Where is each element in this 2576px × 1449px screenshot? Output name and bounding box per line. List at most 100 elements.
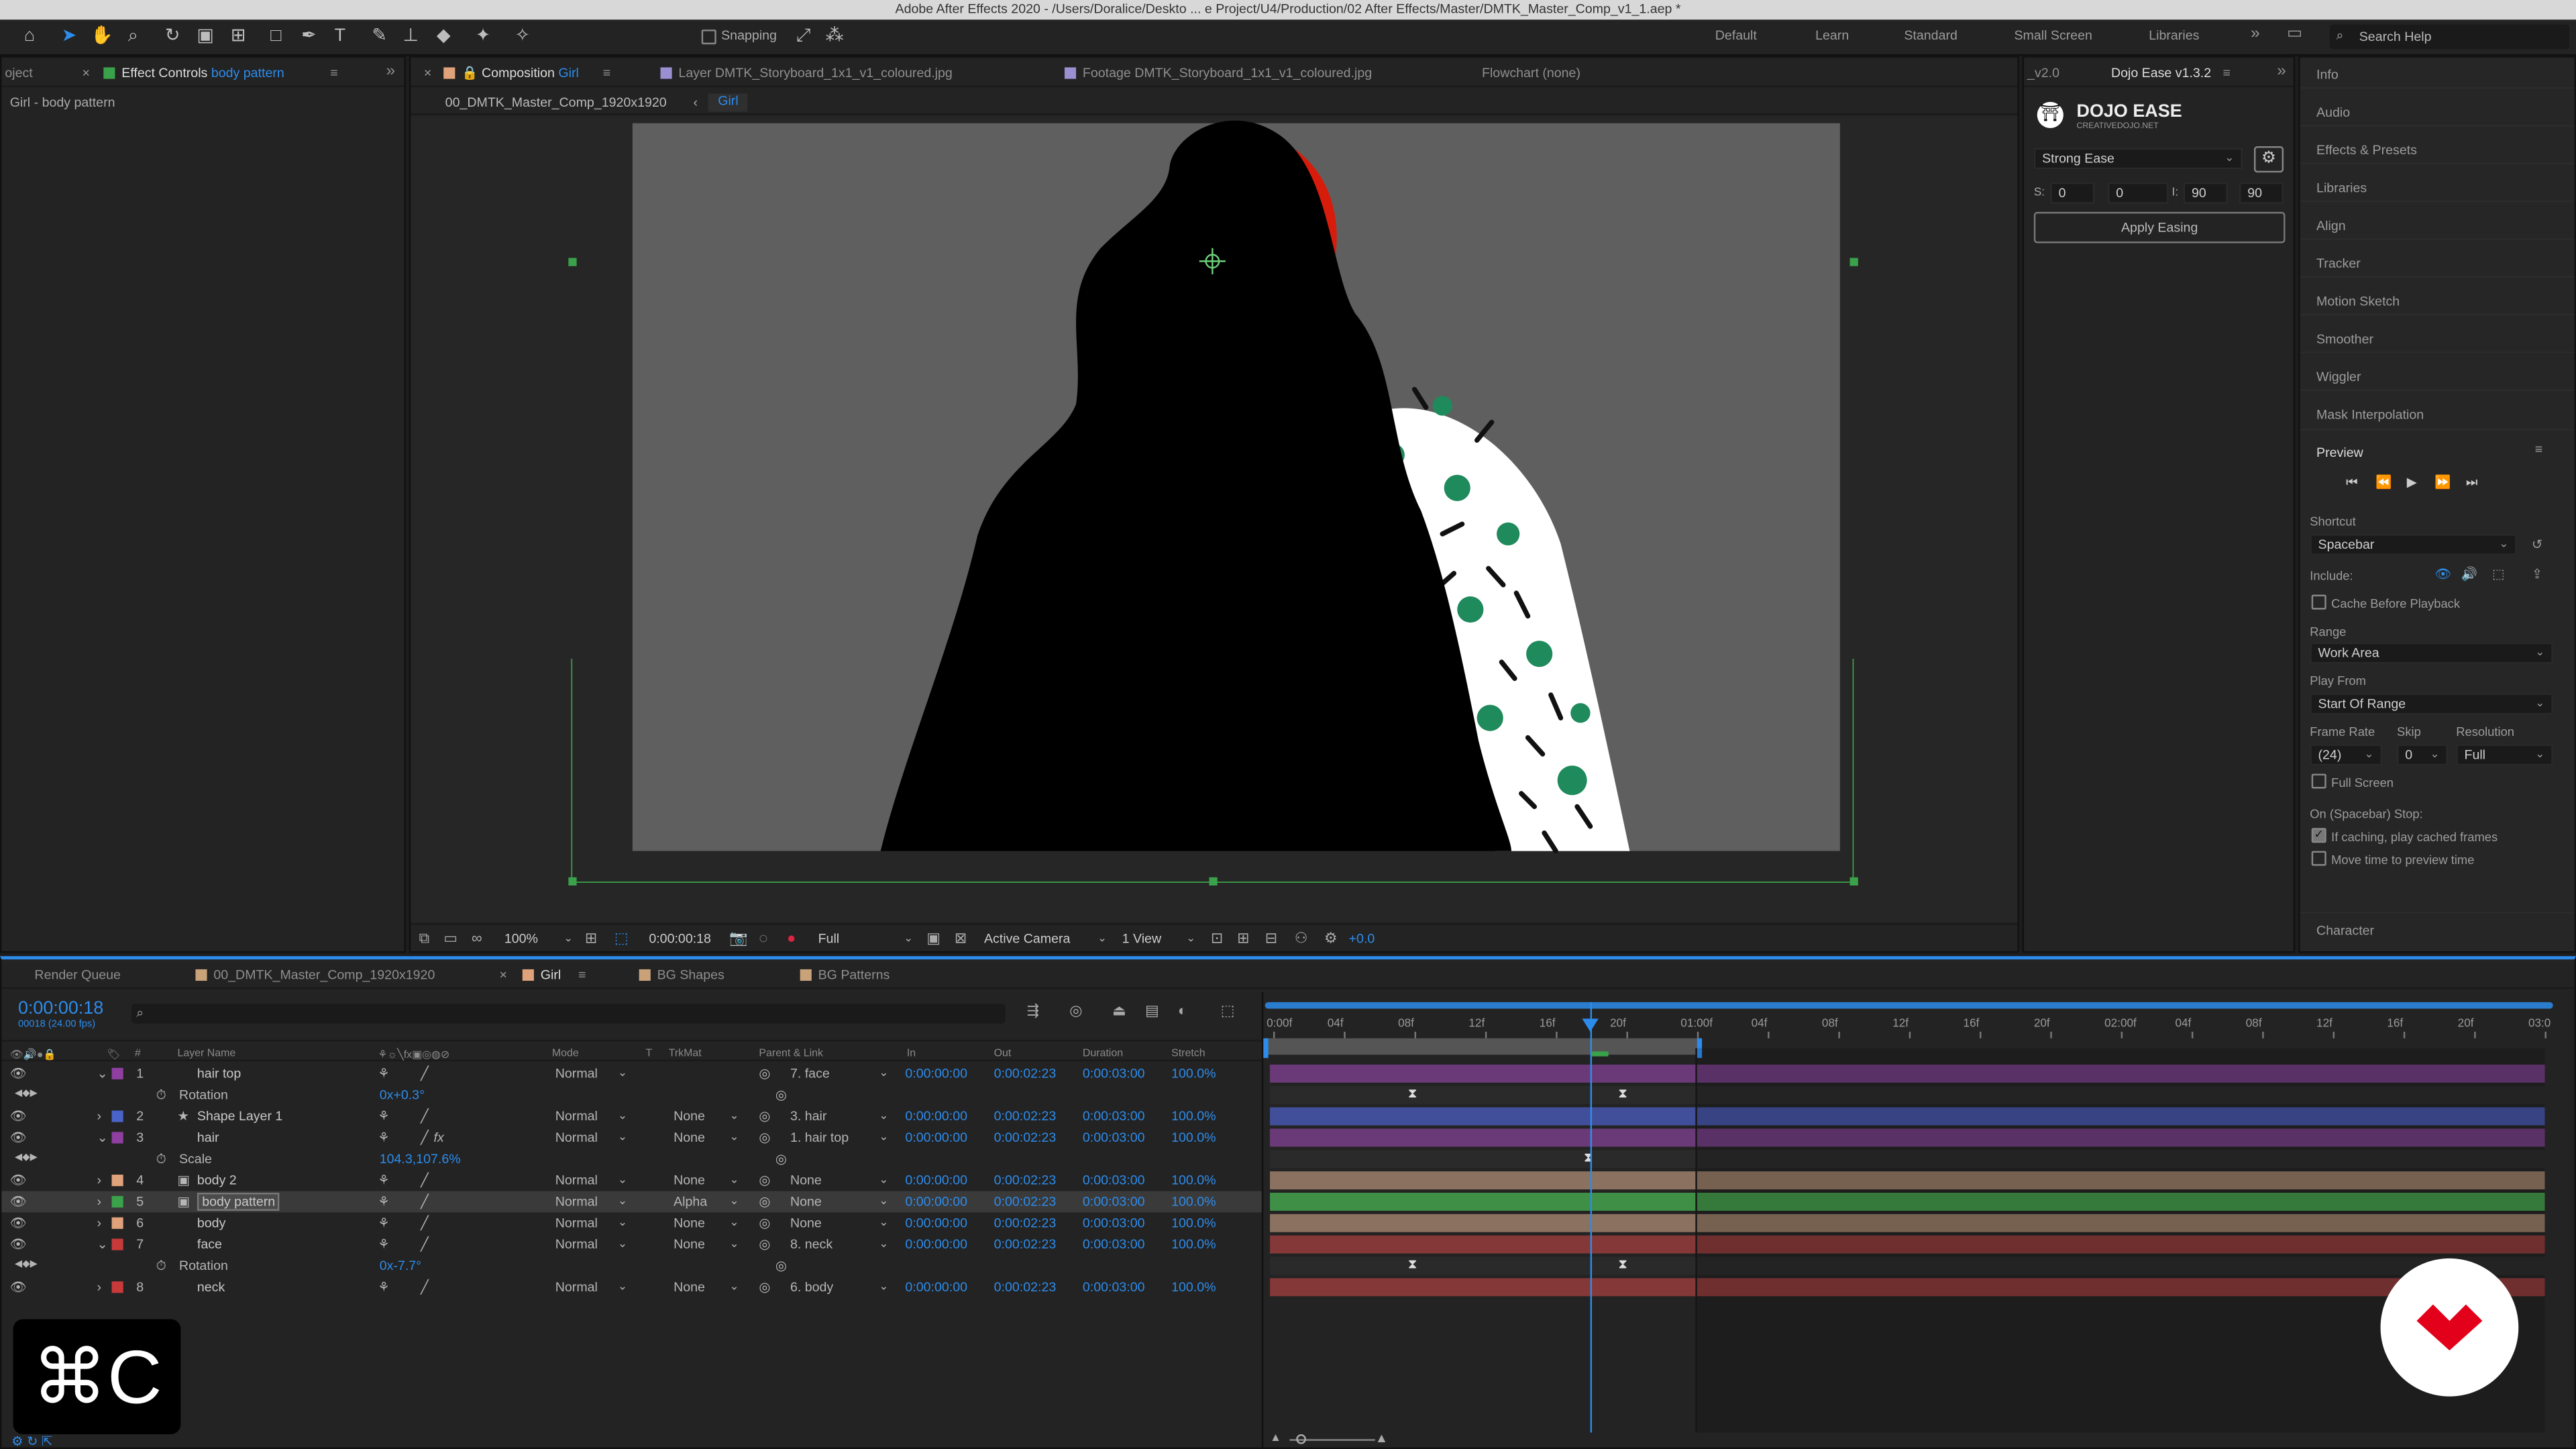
- current-time-display[interactable]: 0:00:00:18: [18, 1000, 103, 1018]
- timeline-footer-icons[interactable]: ⚙ ↻ ⇱: [11, 1435, 52, 1449]
- safe-margins-icon[interactable]: ⊞: [585, 930, 597, 947]
- reset-shortcut-icon[interactable]: ↺: [2532, 537, 2542, 552]
- timeline-zoom-slider[interactable]: ▲ ▲: [1267, 1432, 1464, 1449]
- toggle-pixel-icon[interactable]: ⊡: [1211, 930, 1223, 947]
- view-layout-dropdown[interactable]: 1 View: [1122, 932, 1161, 947]
- character-panel-item[interactable]: Character: [2316, 923, 2374, 938]
- breadcrumb-girl[interactable]: Girl: [708, 93, 749, 112]
- smoother-panel-item[interactable]: Smoother: [2316, 332, 2373, 347]
- apply-easing-button[interactable]: Apply Easing: [2033, 211, 2286, 244]
- type-tool-icon[interactable]: T: [327, 23, 353, 49]
- motion-blur-icon[interactable]: ◐: [1178, 1003, 1187, 1018]
- tab-flowchart[interactable]: Flowchart (none): [1482, 66, 1580, 80]
- info-panel-item[interactable]: Info: [2316, 67, 2339, 82]
- workspace-libraries[interactable]: Libraries: [2149, 28, 2199, 43]
- dojo-settings-gear-icon[interactable]: ⚙: [2254, 146, 2284, 173]
- shortcut-dropdown[interactable]: Spacebar ⌄: [2310, 533, 2517, 555]
- camera-dropdown-icon[interactable]: ⌄: [1097, 933, 1107, 945]
- panel-overflow-icon[interactable]: »: [386, 62, 396, 80]
- include-overlays-icon[interactable]: ⬚: [2492, 567, 2505, 582]
- export-icon[interactable]: ⇪: [2532, 567, 2542, 582]
- zoom-level[interactable]: 100%: [504, 932, 538, 947]
- rotate-tool-icon[interactable]: ↻: [160, 23, 186, 49]
- fast-preview-icon[interactable]: ▣: [926, 930, 941, 947]
- workspace-panel-icon[interactable]: ▭: [2287, 25, 2302, 43]
- tab-master-comp[interactable]: 00_DMTK_Master_Comp_1920x1920: [195, 967, 435, 982]
- tab-bg-patterns[interactable]: BG Patterns: [800, 967, 890, 982]
- previous-frame-icon[interactable]: ⏪: [2375, 475, 2392, 490]
- range-dropdown[interactable]: Work Area ⌄: [2310, 642, 2553, 664]
- zoom-tool-icon[interactable]: ⌕: [120, 23, 146, 49]
- exposure-value[interactable]: +0.0: [1349, 932, 1375, 947]
- rectangle-tool-icon[interactable]: □: [263, 23, 289, 49]
- tab-composition[interactable]: 🔒 Composition Girl: [443, 66, 579, 80]
- transparency-grid-icon[interactable]: ⊠: [955, 930, 967, 947]
- ease-preset-dropdown[interactable]: Strong Ease ⌄: [2033, 148, 2243, 170]
- influence-out-field[interactable]: 90: [2239, 182, 2284, 204]
- search-help-box[interactable]: ⌕ Search Help: [2329, 24, 2570, 50]
- always-preview-icon[interactable]: ⧉: [419, 930, 429, 947]
- snapping-checkbox[interactable]: [701, 30, 716, 45]
- close-icon[interactable]: ×: [82, 66, 89, 80]
- timeline-vertical-scrollbar[interactable]: [2555, 1038, 2568, 1433]
- skip-dropdown[interactable]: 0 ⌄: [2397, 744, 2448, 766]
- pan-behind-tool-icon[interactable]: ⊞: [225, 23, 252, 49]
- cache-before-playback-checkbox[interactable]: [2311, 594, 2326, 610]
- panel-menu-icon[interactable]: ≡: [2222, 66, 2230, 80]
- snap-icon[interactable]: ⤢: [790, 23, 816, 49]
- viewer-timecode[interactable]: 0:00:00:18: [649, 932, 711, 947]
- brush-tool-icon[interactable]: ✎: [366, 23, 392, 49]
- view-dropdown-icon[interactable]: ⌄: [1186, 933, 1195, 945]
- workspace-default[interactable]: Default: [1715, 28, 1757, 43]
- work-area-bar[interactable]: [1267, 1038, 1701, 1055]
- comp-mini-flowchart-icon[interactable]: ⇶: [1027, 1003, 1039, 1018]
- tab-prev-plugin[interactable]: _v2.0: [2027, 66, 2059, 80]
- effects-presets-panel-item[interactable]: Effects & Presets: [2316, 143, 2417, 158]
- audio-panel-item[interactable]: Audio: [2316, 105, 2350, 120]
- pen-tool-icon[interactable]: ✒: [296, 23, 322, 49]
- graph-editor-icon[interactable]: ⬚: [1221, 1003, 1235, 1018]
- time-navigator-bar[interactable]: [1265, 1002, 2553, 1009]
- preview-resolution-dropdown[interactable]: Full ⌄: [2456, 744, 2553, 766]
- last-frame-icon[interactable]: ⏭: [2466, 475, 2478, 491]
- puppet-tool-icon[interactable]: ✧: [509, 23, 535, 49]
- monitor-icon[interactable]: ▭: [443, 930, 458, 947]
- camera-tool-icon[interactable]: ▣: [193, 23, 219, 49]
- frame-rate-dropdown[interactable]: (24) ⌄: [2310, 744, 2383, 766]
- close-icon[interactable]: ×: [424, 66, 431, 80]
- snap-options-icon[interactable]: ⁂: [821, 23, 847, 49]
- work-area-start-handle[interactable]: [1263, 1038, 1269, 1059]
- resolution-dropdown[interactable]: Full: [818, 932, 840, 947]
- workspace-learn[interactable]: Learn: [1815, 28, 1849, 43]
- zoom-in-mountain-icon[interactable]: ▲: [1375, 1432, 1388, 1446]
- show-snapshot-icon[interactable]: ◌: [759, 930, 767, 947]
- hand-tool-icon[interactable]: ✋: [89, 23, 115, 49]
- tab-render-queue[interactable]: Render Queue: [34, 967, 121, 982]
- panel-menu-icon[interactable]: ≡: [2535, 442, 2542, 457]
- play-icon[interactable]: ▶: [2407, 475, 2417, 490]
- zoom-out-mountain-icon[interactable]: ▲: [1270, 1433, 1281, 1444]
- camera-dropdown[interactable]: Active Camera: [984, 932, 1070, 947]
- frame-blending-icon[interactable]: ▤: [1145, 1003, 1159, 1018]
- vr-icon[interactable]: ∞: [472, 930, 482, 947]
- zoom-dropdown-icon[interactable]: ⌄: [564, 933, 573, 945]
- color-channel-icon[interactable]: ●: [787, 930, 796, 947]
- snapshot-icon[interactable]: 📷: [729, 930, 747, 947]
- play-from-dropdown[interactable]: Start Of Range ⌄: [2310, 693, 2553, 715]
- panel-menu-icon[interactable]: ≡: [603, 66, 610, 80]
- tracker-panel-item[interactable]: Tracker: [2316, 256, 2361, 271]
- composition-canvas[interactable]: [411, 117, 2017, 922]
- first-frame-icon[interactable]: ⏮: [2346, 475, 2358, 491]
- align-panel-item[interactable]: Align: [2316, 219, 2346, 233]
- move-time-checkbox[interactable]: [2311, 851, 2326, 866]
- tab-footage[interactable]: Footage DMTK_Storyboard_1x1_v1_coloured.…: [1064, 66, 1372, 80]
- layer-search-input[interactable]: ⌕: [131, 1004, 1006, 1024]
- tab-effect-controls[interactable]: Effect Controls body pattern: [103, 66, 284, 80]
- workspace-standard[interactable]: Standard: [1904, 28, 1957, 43]
- close-icon[interactable]: ×: [499, 967, 506, 982]
- motion-sketch-panel-item[interactable]: Motion Sketch: [2316, 294, 2400, 309]
- tab-dojo-ease[interactable]: Dojo Ease v1.3.2: [2111, 66, 2211, 80]
- search-help-input[interactable]: Search Help: [2359, 30, 2432, 45]
- mask-interpolation-panel-item[interactable]: Mask Interpolation: [2316, 407, 2424, 422]
- speed-in-field[interactable]: 0: [2050, 182, 2095, 204]
